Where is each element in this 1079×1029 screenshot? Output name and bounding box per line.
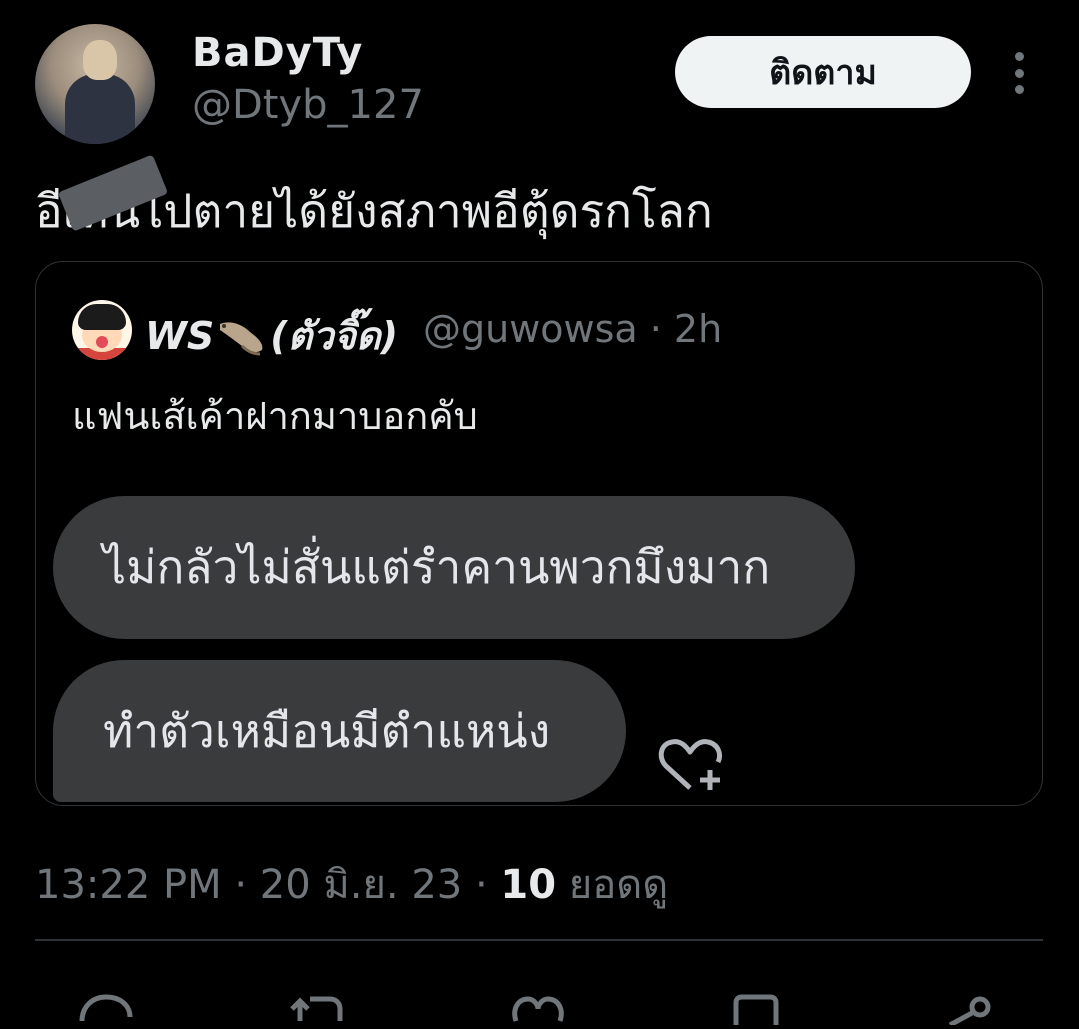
quoted-name-suffix: (ตัวจิ๊ด) [270, 314, 398, 358]
more-dot [1014, 85, 1024, 94]
otter-emoji-icon [216, 316, 268, 356]
more-dot [1014, 68, 1024, 78]
author-handle[interactable]: @Dtyb_127 [192, 82, 424, 128]
like-icon[interactable] [508, 985, 568, 1025]
author-avatar[interactable] [35, 24, 155, 144]
avatar-hair [78, 304, 126, 330]
action-bar [0, 975, 1079, 1028]
quoted-handle-time[interactable]: @guwowsa · 2h [423, 307, 722, 351]
views-label: ยอดดู [556, 862, 669, 908]
quoted-tweet-text: แฟนเส้เค้าฝากมาบอกคับ [72, 394, 478, 438]
views-count: 10 [500, 862, 557, 908]
heart-plus-icon [656, 734, 728, 796]
more-icon[interactable] [1008, 52, 1030, 94]
follow-button[interactable]: ติดตาม [675, 36, 971, 108]
message-bubble: ไม่กลัวไม่สั่นแต่รำคานพวกมึงมาก [53, 496, 855, 639]
retweet-icon[interactable] [286, 985, 346, 1025]
share-icon[interactable] [940, 985, 1000, 1028]
quoted-author-name[interactable]: WS (ตัวจิ๊ด) [145, 305, 398, 366]
author-display-name[interactable]: BaDyTy [192, 30, 363, 76]
bookmark-icon[interactable] [726, 985, 786, 1025]
quoted-display-name: WS [145, 313, 215, 358]
time-date: 13:22 PM · 20 มิ.ย. 23 · [35, 862, 501, 908]
avatar-figure-body [65, 74, 135, 144]
avatar-mouth [96, 336, 108, 348]
more-dot [1014, 52, 1024, 61]
avatar-figure-head [83, 40, 117, 80]
tweet-timestamp[interactable]: 13:22 PM · 20 มิ.ย. 23 · 10 ยอดดู [35, 852, 668, 916]
quoted-author-avatar[interactable] [72, 300, 132, 360]
message-bubble: ทำตัวเหมือนมีตำแหน่ง [53, 660, 626, 802]
divider [35, 939, 1043, 941]
reply-icon[interactable] [76, 985, 136, 1025]
